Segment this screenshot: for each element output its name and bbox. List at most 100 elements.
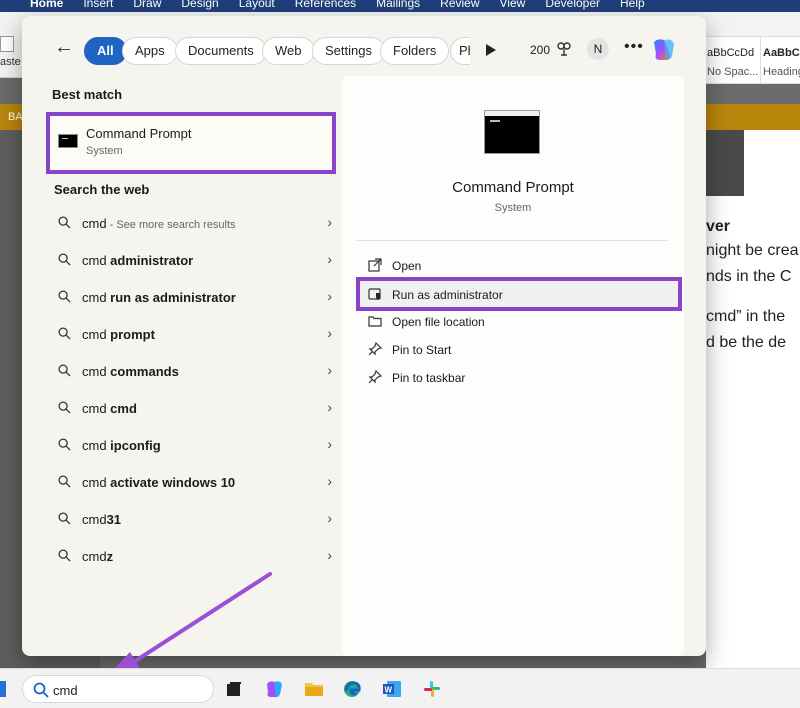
word-tab-review[interactable]: Review <box>440 0 479 12</box>
web-result-item[interactable]: cmd - See more search results › <box>46 206 336 240</box>
action-label: Open file location <box>392 315 485 329</box>
best-match-title: Command Prompt <box>86 126 192 141</box>
style-no-spacing[interactable]: aBbCcDd No Spac... <box>704 36 762 84</box>
copilot-icon[interactable] <box>264 679 284 699</box>
word-tab-home[interactable]: Home <box>30 0 63 12</box>
preview-subtitle: System <box>494 202 532 214</box>
action-run-as-administrator[interactable]: Run as administrator <box>356 277 682 311</box>
word-tab-mailings[interactable]: Mailings <box>376 0 420 12</box>
task-view-icon[interactable] <box>224 679 244 699</box>
filter-photos[interactable]: Ph <box>450 37 470 65</box>
web-result-text: cmd administrator <box>82 253 194 268</box>
filter-settings[interactable]: Settings <box>312 37 385 65</box>
paste-button[interactable]: aste <box>0 36 21 68</box>
search-icon <box>58 512 71 525</box>
web-result-item[interactable]: cmd cmd › <box>46 391 336 425</box>
web-result-item[interactable]: cmdz › <box>46 539 336 573</box>
play-icon[interactable] <box>486 44 496 56</box>
web-result-text: cmd run as administrator <box>82 290 236 305</box>
search-icon <box>58 216 71 229</box>
more-options-icon[interactable]: ••• <box>624 38 644 56</box>
chevron-right-icon: › <box>327 547 332 563</box>
action-open-file-location[interactable]: Open file location <box>356 309 666 335</box>
word-tab-layout[interactable]: Layout <box>239 0 275 12</box>
file-explorer-icon[interactable] <box>304 679 324 699</box>
action-pin-to-start[interactable]: Pin to Start <box>356 337 666 363</box>
web-result-text: cmd prompt <box>82 327 155 342</box>
preview-title: Command Prompt <box>452 179 574 196</box>
divider <box>356 240 668 241</box>
web-result-text: cmd cmd <box>82 401 137 416</box>
style-heading[interactable]: AaBbCc Heading <box>760 36 800 84</box>
copilot-icon[interactable] <box>650 36 678 64</box>
taskbar-search-box[interactable] <box>22 675 214 703</box>
search-icon <box>58 549 71 562</box>
web-result-item[interactable]: cmd commands › <box>46 354 336 388</box>
word-tab-insert[interactable]: Insert <box>83 0 113 12</box>
filter-documents[interactable]: Documents <box>175 37 267 65</box>
action-pin-to-taskbar[interactable]: Pin to taskbar <box>356 365 666 391</box>
word-ribbon-tabs: Home Insert Draw Design Layout Reference… <box>0 0 800 12</box>
taskbar: W <box>0 668 800 708</box>
doc-heading: ver <box>706 218 731 235</box>
search-icon <box>58 364 71 377</box>
web-result-item[interactable]: cmd run as administrator › <box>46 280 336 314</box>
result-preview-pane: Command Prompt System Open Run as admini… <box>342 76 684 656</box>
doc-line: nds in the C <box>706 268 792 285</box>
word-tab-draw[interactable]: Draw <box>133 0 161 12</box>
notification-text: BA <box>8 111 23 123</box>
chevron-right-icon: › <box>327 251 332 267</box>
filter-all[interactable]: All <box>84 37 127 65</box>
avatar[interactable]: N <box>587 38 609 60</box>
doc-image <box>706 130 744 196</box>
search-icon <box>58 438 71 451</box>
folder-icon <box>368 316 382 327</box>
chevron-right-icon: › <box>327 288 332 304</box>
web-result-item[interactable]: cmd activate windows 10 › <box>46 465 336 499</box>
command-prompt-icon <box>484 110 540 154</box>
word-tab-developer[interactable]: Developer <box>545 0 600 12</box>
search-icon <box>58 327 71 340</box>
paste-label: aste <box>0 56 21 68</box>
slack-icon[interactable] <box>422 679 442 699</box>
web-result-text: cmd commands <box>82 364 179 379</box>
word-tab-view[interactable]: View <box>500 0 526 12</box>
back-arrow-icon[interactable]: ← <box>52 36 76 60</box>
filter-folders[interactable]: Folders <box>380 37 450 65</box>
best-match-subtitle: System <box>86 145 123 157</box>
style-preview: AaBbCc <box>763 47 800 59</box>
taskbar-search-input[interactable] <box>53 681 203 699</box>
search-icon <box>58 290 71 303</box>
web-result-item[interactable]: cmd31 › <box>46 502 336 536</box>
search-filter-bar: ← All Apps Documents Web Settings Folder… <box>22 16 706 82</box>
start-button[interactable] <box>0 681 6 697</box>
web-result-text: cmd31 <box>82 512 122 527</box>
doc-line: night be crea <box>706 242 799 259</box>
windows-search-panel: ← All Apps Documents Web Settings Folder… <box>22 16 706 656</box>
best-match-heading: Best match <box>52 87 123 102</box>
chevron-right-icon: › <box>327 362 332 378</box>
trophy-icon[interactable] <box>556 41 572 57</box>
best-match-command-prompt[interactable]: Command Prompt System <box>46 112 336 174</box>
search-icon <box>33 682 49 698</box>
action-label: Run as administrator <box>392 288 503 302</box>
filter-web[interactable]: Web <box>262 37 315 65</box>
web-result-text: cmd - See more search results <box>82 216 236 231</box>
web-result-item[interactable]: cmd administrator › <box>46 243 336 277</box>
word-tab-design[interactable]: Design <box>181 0 218 12</box>
edge-icon[interactable] <box>342 679 362 699</box>
action-open[interactable]: Open <box>356 253 666 279</box>
doc-line: cmd” in the <box>706 308 786 325</box>
word-tab-help[interactable]: Help <box>620 0 645 12</box>
web-result-item[interactable]: cmd ipconfig › <box>46 428 336 462</box>
action-label: Pin to taskbar <box>392 371 466 385</box>
style-name: No Spac... <box>707 66 759 78</box>
filter-apps[interactable]: Apps <box>122 37 178 65</box>
style-name: Heading <box>763 66 800 78</box>
word-icon[interactable]: W <box>382 679 402 699</box>
web-result-item[interactable]: cmd prompt › <box>46 317 336 351</box>
chevron-right-icon: › <box>327 399 332 415</box>
search-icon <box>58 475 71 488</box>
word-tab-references[interactable]: References <box>295 0 356 12</box>
clipboard-icon <box>0 36 14 52</box>
